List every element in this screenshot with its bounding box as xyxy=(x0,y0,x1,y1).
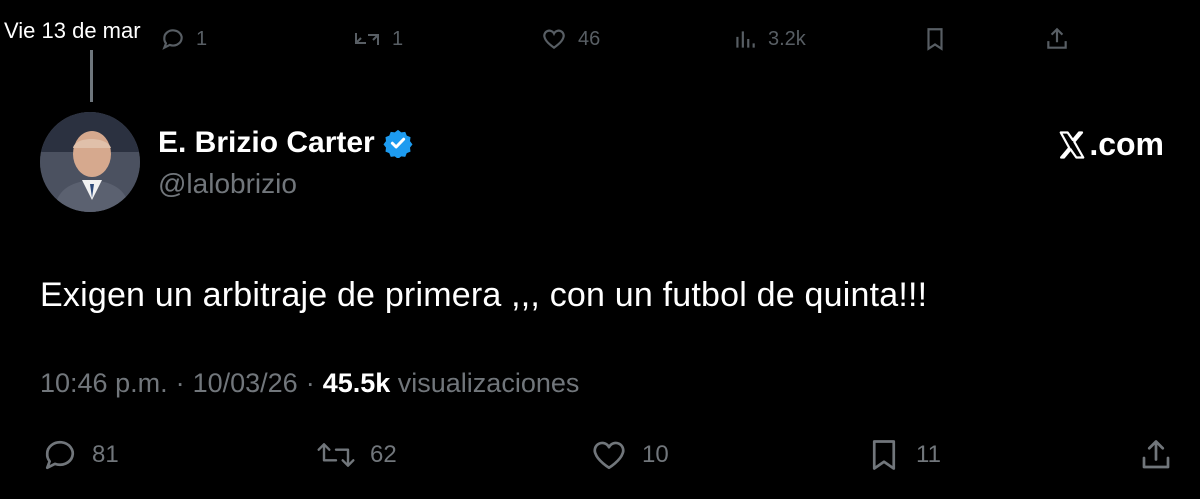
views-count: 45.5k xyxy=(322,368,391,398)
profile-photo-icon xyxy=(40,112,140,212)
prev-reply-count: 1 xyxy=(196,27,208,50)
thread-connector-line xyxy=(90,50,93,102)
prev-like-action[interactable]: 46 xyxy=(540,26,600,52)
retweet-icon xyxy=(355,33,379,45)
verified-badge-icon xyxy=(383,129,413,158)
brand-domain-label: .com xyxy=(1089,126,1164,162)
author-handle[interactable]: @lalobrizio xyxy=(158,168,297,200)
prev-retweet-action[interactable]: 1 xyxy=(352,26,403,52)
share-button[interactable] xyxy=(1138,437,1174,473)
prev-like-count: 46 xyxy=(578,27,601,50)
reply-icon xyxy=(162,29,183,50)
tweet-metadata: 10:46 p.m. · 10/03/26 · 45.5k visualizac… xyxy=(40,368,579,399)
like-button[interactable]: 10 xyxy=(590,437,669,473)
prev-views-action[interactable]: 3.2k xyxy=(732,26,806,52)
separator-dot: · xyxy=(305,368,315,398)
prev-reply-action[interactable]: 1 xyxy=(160,26,207,52)
bookmark-icon xyxy=(927,28,943,51)
heart-icon xyxy=(593,441,625,470)
views-icon xyxy=(736,31,755,48)
reply-button[interactable]: 81 xyxy=(42,437,119,473)
previous-tweet-action-bar: 1 1 46 3.2k xyxy=(0,20,1200,56)
tweet-action-bar: 81 62 10 11 xyxy=(0,437,1200,481)
prev-retweet-count: 1 xyxy=(392,27,404,50)
author-display-name[interactable]: E. Brizio Carter xyxy=(158,126,375,160)
bookmark-button[interactable]: 11 xyxy=(866,437,941,473)
avatar[interactable] xyxy=(40,112,140,212)
retweet-icon xyxy=(317,443,355,467)
author-name-row[interactable]: E. Brizio Carter xyxy=(158,126,413,160)
bookmark-count: 11 xyxy=(916,441,941,468)
bookmark-icon xyxy=(872,440,896,470)
x-com-brand[interactable]: .com xyxy=(1057,126,1164,163)
x-logo-icon xyxy=(1059,130,1085,159)
separator-dot: · xyxy=(175,368,185,398)
retweet-count: 62 xyxy=(370,441,397,468)
tweet-text: Exigen un arbitraje de primera ,,, con u… xyxy=(40,276,928,314)
like-count: 10 xyxy=(642,441,669,468)
share-icon xyxy=(1047,27,1067,49)
views-label: visualizaciones xyxy=(397,368,580,398)
heart-icon xyxy=(543,29,565,49)
reply-icon xyxy=(45,440,75,470)
tweet-date[interactable]: 10/03/26 xyxy=(193,368,298,399)
share-icon xyxy=(1142,440,1170,469)
prev-share-action[interactable] xyxy=(1044,26,1070,52)
date-stamp: Vie 13 de mar xyxy=(4,18,141,44)
prev-bookmark-action[interactable] xyxy=(922,26,948,52)
reply-count: 81 xyxy=(92,441,119,468)
retweet-button[interactable]: 62 xyxy=(316,437,397,473)
prev-views-count: 3.2k xyxy=(768,27,806,50)
tweet-time[interactable]: 10:46 p.m. xyxy=(40,368,168,399)
